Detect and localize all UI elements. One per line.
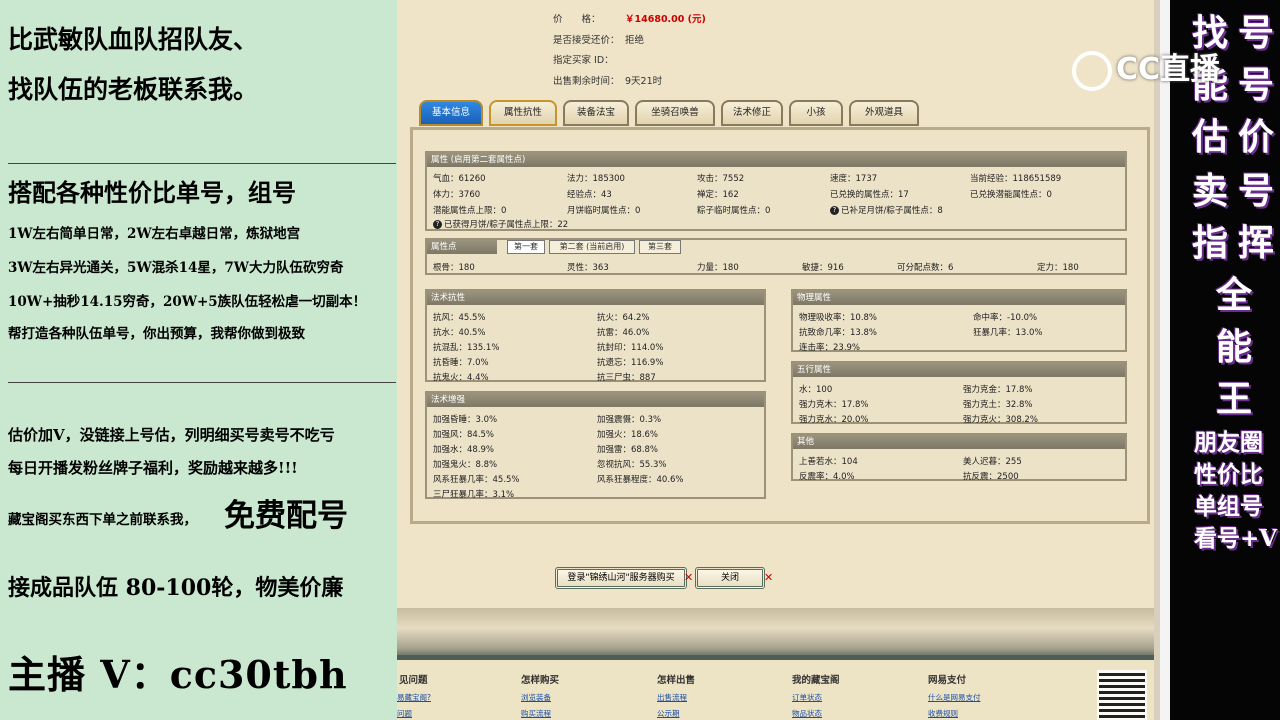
login-server-buy-button[interactable]: 登录"锦绣山河"服务器购买 [555,567,687,589]
cc-logo-icon [1072,50,1112,91]
five-elements-header: 五行属性 [793,363,1125,377]
overlay-line: 比武敏队血队招队友、 [8,25,259,54]
points-header: 属性点 [427,240,497,254]
price-row: 价 格： ￥14680.00 (元) [553,14,706,25]
overlay-divider [8,163,396,164]
footer-col-sell: 怎样出售 [657,675,696,686]
footer-decoration [397,608,1160,658]
footer-link[interactable]: 订单状态 [792,692,822,703]
subtab-set-3[interactable]: 第三套 [639,240,681,254]
overlay-streamer-contact: 主播 V：cc30tbh [8,652,348,697]
attributes-header: 属性 (启用第二套属性点) [427,153,1125,167]
tab-basic-info[interactable]: 基本信息 [419,100,483,126]
treasure-pavilion-page: 价 格： ￥14680.00 (元) 是否接受还价： 拒绝 指定买家 ID： 出售剩… [397,0,1160,720]
buyer-row: 指定买家 ID： [553,55,614,66]
overlay-line: 找队伍的老板联系我。 [8,75,259,104]
footer-col-buy: 怎样购买 [521,675,560,686]
overlay-line: 接成品队伍 80-100轮，物美价廉 [8,575,344,601]
cc-live-logo: CC直播 [1072,44,1220,91]
overlay-line: 藏宝阁买东西下单之前联系我， [8,512,197,528]
spell-resist-header: 法术抗性 [427,291,764,305]
footer-col-faq: 见问题 [399,675,428,686]
overlay-line: 10W+抽秒14.15穷奇，20W+5族队伍轻松虐一切副本！ [8,294,367,310]
footer-link[interactable]: 收费规则 [928,708,958,719]
time-row: 出售剩余时间： 9天21时 [553,76,663,87]
tab-equipment[interactable]: 装备法宝 [563,100,629,126]
overlay-line: 搭配各种性价比单号，组号 [8,178,296,207]
stream-right-overlay: 找 号 能 号 估 价 卖 号 指 挥 全 能 王 朋友圈 性价比 单组号 看号… [1160,0,1280,720]
attributes-panel: 属性 (启用第二套属性点) 气血：61260 法力：185300 攻击：7552… [410,127,1150,524]
spell-enhance-header: 法术增强 [427,393,764,407]
physical-header: 物理属性 [793,291,1125,305]
footer-col-pay: 网易支付 [928,675,967,686]
points-box: 属性点 第一套 第二套 (当前启用) 第三套 根骨：180 灵性：363 力量：… [425,238,1127,275]
tab-mounts-pets[interactable]: 坐骑召唤兽 [635,100,715,126]
overlay-line: 帮打造各种队伍单号，你出预算，我帮你做到极致 [8,326,305,342]
tab-attributes[interactable]: 属性抗性 [489,100,557,126]
overlay-line: 1W左右简单日常，2W左右卓越日常，炼狱地宫 [8,226,301,242]
overlay-divider [8,382,396,383]
footer-link[interactable]: 问题 [397,708,412,719]
overlay-line: 每日开播发粉丝牌子福利，奖励越来越多!!! [8,459,298,477]
other-header: 其他 [793,435,1125,449]
stream-left-overlay: 比武敏队血队招队友、 找队伍的老板联系我。 搭配各种性价比单号，组号 1W左右简… [0,0,397,720]
help-icon[interactable]: ? [830,206,839,215]
price-value: ￥14680.00 (元) [625,14,706,25]
overlay-divider [1160,0,1170,720]
page-footer: 见问题 易藏宝阁? 问题 怎样购买 浏览装备 购买流程 怎样出售 出售流程 公示… [397,660,1160,720]
tab-appearance[interactable]: 外观道具 [849,100,919,126]
close-button[interactable]: 关闭 [695,567,765,589]
spell-enhance-box: 法术增强 加强昏睡：3.0% 加强震慑：0.3% 加强风：84.5% 加强火：1… [425,391,766,500]
spell-resist-box: 法术抗性 抗风：45.5% 抗火：64.2% 抗水：40.5% 抗雷：46.0%… [425,289,766,383]
overlay-line: 估价加V，没链接上号估，列明细买号卖号不吃亏 [8,426,335,444]
close-icon[interactable]: ✕ [684,571,693,584]
footer-link[interactable]: 易藏宝阁? [397,692,431,703]
physical-box: 物理属性 物理吸收率：10.8% 命中率：-10.0% 抗致命几率：13.8% … [791,289,1127,353]
subtab-set-2[interactable]: 第二套 (当前启用) [549,240,635,254]
footer-link[interactable]: 物品状态 [792,708,822,719]
footer-col-my: 我的藏宝阁 [792,675,840,686]
help-icon[interactable]: ? [433,220,442,229]
footer-link[interactable]: 浏览装备 [521,692,551,703]
footer-link[interactable]: 公示期 [657,708,680,719]
footer-link[interactable]: 出售流程 [657,692,687,703]
overlay-free-highlight: 免费配号 [224,498,348,534]
other-box: 其他 上善若水：104 美人迟暮：255 反震率：4.0% 抗反震：2500 [791,433,1127,482]
qr-code [1097,670,1147,720]
overlay-line: 3W左右异光通关，5W混杀14星，7W大力队伍砍穷奇 [8,260,344,276]
footer-link[interactable]: 什么是网易支付 [928,692,981,703]
tab-child[interactable]: 小孩 [789,100,843,126]
attributes-box: 属性 (启用第二套属性点) 气血：61260 法力：185300 攻击：7552… [425,151,1127,231]
subtab-set-1[interactable]: 第一套 [507,240,545,254]
bargain-row: 是否接受还价： 拒绝 [553,35,645,46]
five-elements-box: 五行属性 水：100 强力克金：17.8% 强力克木：17.8% 强力克土：32… [791,361,1127,425]
tab-spell-mods[interactable]: 法术修正 [721,100,783,126]
close-icon[interactable]: ✕ [764,571,773,584]
footer-link[interactable]: 购买流程 [521,708,551,719]
